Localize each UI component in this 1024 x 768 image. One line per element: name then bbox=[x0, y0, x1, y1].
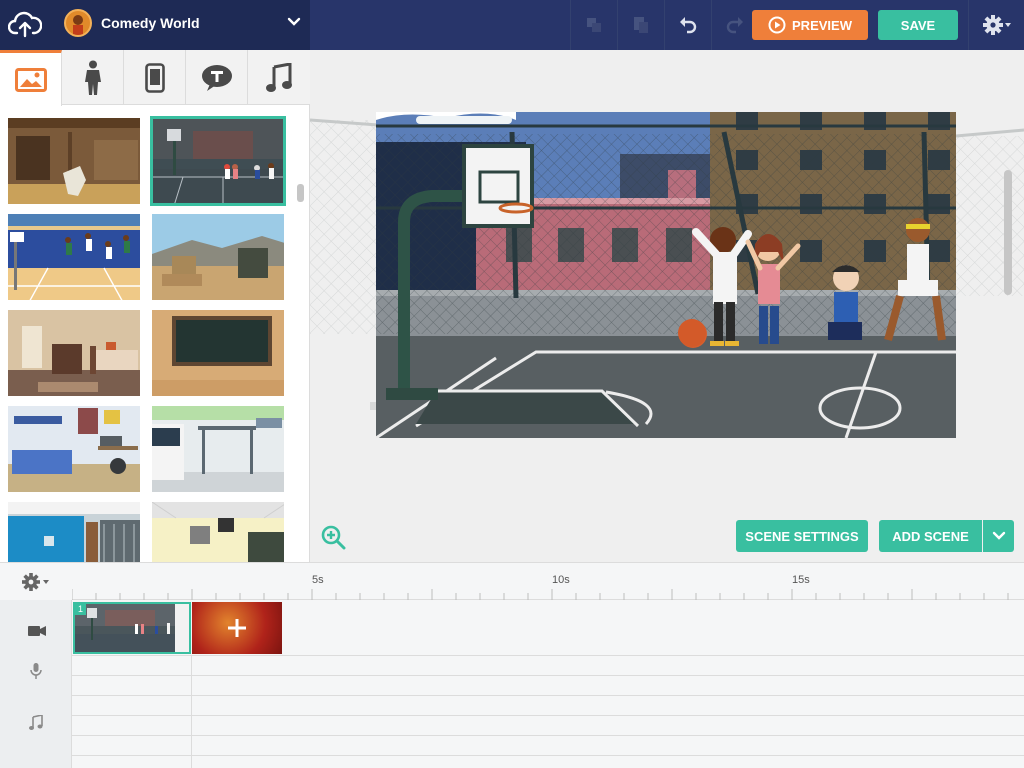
thumbnail-office[interactable] bbox=[6, 500, 142, 562]
ruler-ticks bbox=[72, 589, 1009, 600]
library-scrollbar[interactable] bbox=[297, 184, 304, 202]
video-camera-icon bbox=[28, 626, 46, 636]
basketball[interactable] bbox=[678, 319, 706, 347]
play-circle-icon bbox=[768, 16, 786, 34]
tab-text[interactable] bbox=[186, 50, 248, 105]
paste-icon bbox=[634, 17, 648, 33]
ruler-label-5s: 5s bbox=[312, 574, 324, 586]
save-label: SAVE bbox=[900, 17, 936, 33]
scene-canvas[interactable] bbox=[376, 112, 956, 438]
copy-icon bbox=[587, 18, 601, 32]
image-icon bbox=[14, 67, 47, 92]
add-scene-clip-button[interactable] bbox=[192, 602, 282, 654]
paste-button[interactable] bbox=[617, 0, 663, 50]
thumbnail-bedroom[interactable] bbox=[6, 308, 142, 398]
project-avatar[interactable] bbox=[64, 9, 92, 37]
add-scene-button[interactable]: ADD SCENE bbox=[879, 520, 982, 552]
background-thumbnails bbox=[0, 116, 296, 562]
settings-button[interactable] bbox=[968, 0, 1024, 50]
undo-button[interactable] bbox=[664, 0, 710, 50]
top-bar: Comedy World PREVIEW SAVE bbox=[0, 0, 1024, 50]
person-icon bbox=[84, 60, 101, 95]
timeline-settings-button[interactable] bbox=[20, 571, 54, 598]
music-track-c[interactable] bbox=[72, 736, 1024, 756]
gear-icon bbox=[22, 573, 49, 591]
microphone-icon bbox=[30, 663, 42, 679]
redo-button[interactable] bbox=[711, 0, 757, 50]
save-button[interactable]: SAVE bbox=[878, 10, 958, 40]
thumbnail-desert-ruins[interactable] bbox=[150, 212, 286, 302]
timeline-playhead-divider bbox=[191, 656, 192, 768]
timeline-ruler[interactable]: 5s 10s 15s bbox=[72, 563, 1024, 600]
cloud-upload-icon[interactable] bbox=[7, 9, 43, 41]
plus-icon bbox=[228, 619, 246, 637]
tab-characters[interactable] bbox=[62, 50, 124, 105]
chevron-down-icon[interactable] bbox=[286, 14, 302, 30]
zoom-in-icon[interactable] bbox=[320, 524, 346, 555]
project-title[interactable]: Comedy World bbox=[101, 15, 200, 31]
music-track-a[interactable] bbox=[72, 696, 1024, 716]
voice-track-a[interactable] bbox=[72, 656, 1024, 676]
stage-scrollbar[interactable] bbox=[1004, 170, 1012, 295]
gear-icon bbox=[983, 15, 1011, 35]
project-header: Comedy World bbox=[0, 0, 310, 50]
music-note-icon bbox=[29, 715, 43, 730]
scene-settings-label: SCENE SETTINGS bbox=[745, 528, 859, 544]
scene-clip-thumbnail bbox=[75, 604, 189, 652]
thumbnail-chalkboard[interactable] bbox=[150, 308, 286, 398]
ruler-label-15s: 15s bbox=[792, 574, 810, 586]
timeline: 5s 10s 15s 1 bbox=[0, 562, 1024, 768]
music-note-icon bbox=[266, 62, 292, 92]
scene-settings-button[interactable]: SCENE SETTINGS bbox=[736, 520, 868, 552]
chevron-down-icon bbox=[992, 531, 1005, 540]
scene-number-badge: 1 bbox=[75, 604, 86, 615]
thumbnail-barn[interactable] bbox=[6, 116, 142, 206]
phone-icon bbox=[144, 62, 165, 93]
tab-audio[interactable] bbox=[248, 50, 310, 105]
tab-backgrounds[interactable] bbox=[0, 50, 62, 106]
thumbnail-gym[interactable] bbox=[6, 212, 142, 302]
add-scene-label: ADD SCENE bbox=[892, 528, 969, 544]
redo-icon bbox=[726, 17, 743, 34]
music-track-b[interactable] bbox=[72, 716, 1024, 736]
tab-props[interactable] bbox=[124, 50, 186, 105]
asset-library bbox=[0, 50, 310, 562]
speech-bubble-text-icon bbox=[201, 64, 232, 91]
add-scene-dropdown[interactable] bbox=[983, 520, 1014, 552]
scene-stage: SCENE SETTINGS ADD SCENE bbox=[310, 50, 1024, 562]
library-tabs bbox=[0, 50, 310, 106]
preview-button[interactable]: PREVIEW bbox=[752, 10, 868, 40]
voice-track-b[interactable] bbox=[72, 676, 1024, 696]
copy-button[interactable] bbox=[570, 0, 616, 50]
undo-icon bbox=[680, 17, 697, 34]
preview-label: PREVIEW bbox=[792, 17, 852, 33]
thumbnail-basketball-court[interactable] bbox=[150, 116, 286, 206]
thumbnail-bus-stop[interactable] bbox=[150, 404, 286, 494]
video-editor-app: Comedy World PREVIEW SAVE SCENE SETTINGS… bbox=[0, 0, 1024, 768]
track-labels bbox=[0, 600, 72, 768]
thumbnail-kids-bedroom[interactable] bbox=[6, 404, 142, 494]
scene-clip[interactable]: 1 bbox=[73, 602, 191, 654]
ruler-label-10s: 10s bbox=[552, 574, 570, 586]
thumbnail-classroom[interactable] bbox=[150, 500, 286, 562]
